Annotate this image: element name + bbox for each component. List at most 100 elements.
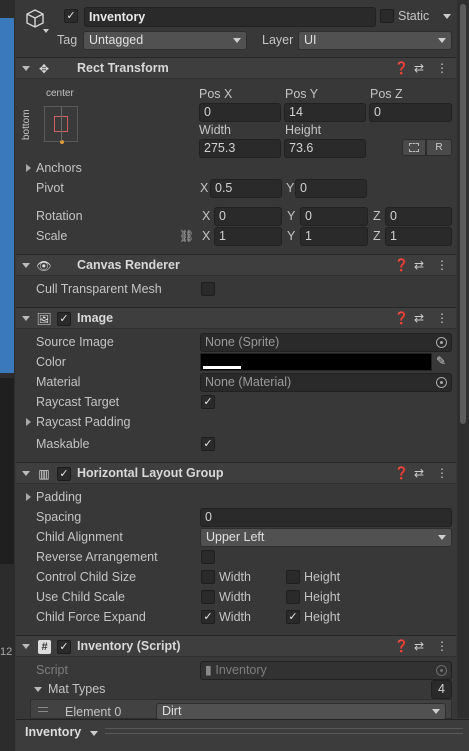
scale-y-field[interactable]: 1	[300, 227, 368, 246]
scale-z-field[interactable]: 1	[385, 227, 452, 246]
static-dropdown-caret[interactable]	[443, 14, 451, 19]
padding-fold-arrow[interactable]	[26, 493, 31, 501]
canvas-renderer-header[interactable]: 👁 Canvas Renderer ❓ ⇄ ⋮	[16, 254, 456, 276]
rotation-z-field[interactable]: 0	[385, 207, 452, 226]
height-field[interactable]: 73.6	[284, 139, 366, 158]
preset-icon[interactable]: ⇄	[414, 466, 424, 480]
use-scale-height-checkbox[interactable]	[286, 590, 300, 604]
scale-x-field[interactable]: 1	[214, 227, 282, 246]
mat-types-label[interactable]: Mat Types	[48, 682, 105, 696]
preset-icon[interactable]: ⇄	[414, 61, 424, 75]
use-scale-width-checkbox[interactable]	[201, 590, 215, 604]
rotation-x-field[interactable]: 0	[214, 207, 282, 226]
object-picker-icon[interactable]	[436, 337, 447, 348]
color-swatch[interactable]	[200, 353, 432, 371]
scale-z-label: Z	[373, 229, 381, 243]
rotation-z-label: Z	[373, 209, 381, 223]
reverse-arrangement-checkbox[interactable]	[201, 550, 215, 564]
fold-arrow-icon[interactable]	[22, 644, 30, 649]
script-enabled-checkbox[interactable]: ✓	[57, 640, 71, 654]
fold-arrow-icon[interactable]	[22, 66, 30, 71]
object-picker-icon[interactable]	[436, 377, 447, 388]
force-expand-width-checkbox[interactable]: ✓	[201, 610, 215, 624]
padding-label[interactable]: Padding	[36, 490, 82, 504]
rotation-y-field[interactable]: 0	[300, 207, 368, 226]
more-menu-icon[interactable]: ⋮	[436, 258, 448, 272]
child-alignment-dropdown[interactable]: Upper Left	[200, 528, 452, 547]
pivot-y-field[interactable]: 0	[295, 179, 367, 198]
scrollbar-thumb[interactable]	[460, 4, 466, 424]
image-title: Image	[77, 311, 114, 325]
maskable-checkbox[interactable]: ✓	[201, 437, 215, 451]
element0-dropdown[interactable]: Dirt	[156, 703, 446, 720]
layout-group-enabled-checkbox[interactable]: ✓	[57, 467, 71, 481]
more-menu-icon[interactable]: ⋮	[436, 639, 448, 653]
help-icon[interactable]: ❓	[394, 466, 409, 480]
image-enabled-checkbox[interactable]: ✓	[57, 312, 71, 326]
object-name-field[interactable]: Inventory	[84, 7, 376, 27]
raycast-padding-label[interactable]: Raycast Padding	[36, 415, 131, 429]
csharp-script-icon: #	[38, 640, 51, 654]
pos-x-field[interactable]: 0	[199, 103, 281, 122]
resize-divider[interactable]	[105, 728, 463, 734]
preset-icon[interactable]: ⇄	[414, 311, 424, 325]
constrain-proportions-icon[interactable]: ⛓	[179, 229, 195, 243]
fold-arrow-icon[interactable]	[22, 471, 30, 476]
scale-y-label: Y	[287, 229, 296, 243]
pos-y-field[interactable]: 14	[284, 103, 366, 122]
fold-arrow-icon[interactable]	[22, 316, 30, 321]
control-size-height-checkbox[interactable]	[286, 570, 300, 584]
raycast-padding-fold-arrow[interactable]	[26, 418, 31, 426]
pos-z-field[interactable]: 0	[369, 103, 452, 122]
eyedropper-icon[interactable]: ✎	[436, 354, 450, 370]
help-icon[interactable]: ❓	[394, 639, 409, 653]
width-field[interactable]: 275.3	[199, 139, 281, 158]
gameobject-icon[interactable]	[24, 8, 46, 30]
mat-types-count-field[interactable]: 4	[431, 680, 452, 699]
help-icon[interactable]: ❓	[394, 61, 409, 75]
raycast-target-checkbox[interactable]: ✓	[201, 395, 215, 409]
preset-icon[interactable]: ⇄	[414, 639, 424, 653]
left-dark-area	[0, 378, 14, 564]
cull-transparent-mesh-label: Cull Transparent Mesh	[36, 282, 162, 296]
breadcrumb-label[interactable]: Inventory	[25, 725, 81, 739]
drag-handle-icon[interactable]	[38, 707, 48, 712]
image-header[interactable]: 🖼 ✓ Image ❓ ⇄ ⋮	[16, 307, 456, 329]
pivot-x-field[interactable]: 0.5	[210, 179, 282, 198]
anchors-label[interactable]: Anchors	[36, 161, 82, 175]
element0-label: Element 0	[65, 705, 122, 719]
more-menu-icon[interactable]: ⋮	[436, 311, 448, 325]
anchor-presets-button[interactable]	[44, 106, 78, 144]
breadcrumb-dropdown-caret[interactable]	[90, 731, 98, 736]
force-expand-height-checkbox[interactable]: ✓	[286, 610, 300, 624]
blueprint-mode-button[interactable]	[402, 139, 426, 156]
more-menu-icon[interactable]: ⋮	[436, 61, 448, 75]
help-icon[interactable]: ❓	[394, 258, 409, 272]
material-field[interactable]: None (Material)	[200, 373, 452, 392]
inventory-script-title: Inventory (Script)	[77, 639, 181, 653]
inspector-scrollbar[interactable]	[457, 0, 469, 718]
control-size-width-checkbox[interactable]	[201, 570, 215, 584]
inventory-script-header[interactable]: # ✓ Inventory (Script) ❓ ⇄ ⋮	[16, 635, 456, 657]
rotation-label: Rotation	[36, 209, 83, 223]
help-icon[interactable]: ❓	[394, 311, 409, 325]
horizontal-layout-group-header[interactable]: ▥ ✓ Horizontal Layout Group ❓ ⇄ ⋮	[16, 462, 456, 484]
raw-edit-button[interactable]: R	[426, 139, 452, 156]
anchor-vertical-label: bottom	[21, 109, 32, 140]
cull-transparent-mesh-checkbox[interactable]	[201, 282, 215, 296]
mat-types-fold-arrow[interactable]	[34, 687, 42, 692]
fold-arrow-icon[interactable]	[22, 263, 30, 268]
anchors-fold-arrow[interactable]	[26, 164, 31, 172]
preset-icon[interactable]: ⇄	[414, 258, 424, 272]
rect-transform-header[interactable]: ✥ Rect Transform ❓ ⇄ ⋮	[16, 57, 456, 79]
pivot-x-label: X	[200, 181, 209, 195]
active-checkbox[interactable]: ✓	[64, 9, 78, 23]
static-checkbox[interactable]	[380, 9, 394, 23]
pos-y-label: Pos Y	[285, 87, 319, 101]
more-menu-icon[interactable]: ⋮	[436, 466, 448, 480]
layer-dropdown[interactable]: UI	[298, 31, 452, 50]
source-image-field[interactable]: None (Sprite)	[200, 333, 452, 352]
spacing-field[interactable]: 0	[200, 508, 452, 527]
icon-dropdown-caret[interactable]	[43, 29, 49, 33]
tag-dropdown[interactable]: Untagged	[83, 31, 247, 50]
